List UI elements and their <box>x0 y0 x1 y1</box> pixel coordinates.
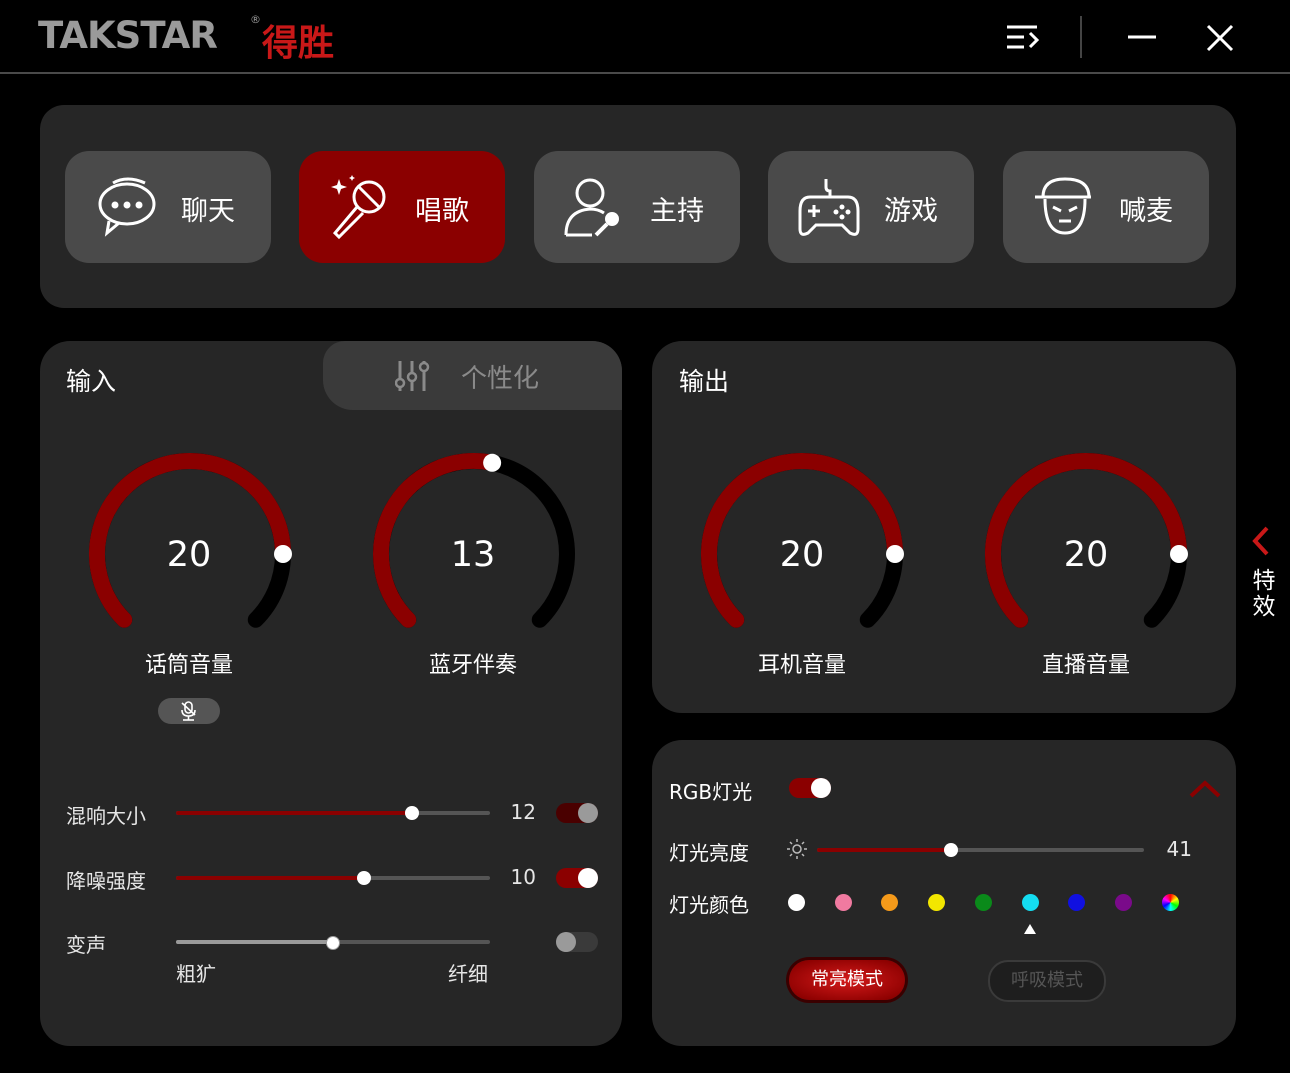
sun-icon <box>787 839 807 859</box>
reverb-value: 12 <box>510 800 536 824</box>
mode-sing-label: 唱歌 <box>415 196 469 227</box>
rgb-toggle[interactable] <box>789 778 831 798</box>
knob-live-value: 20 <box>1063 535 1109 575</box>
mic-monitor-icon <box>181 701 196 721</box>
color-swatch[interactable] <box>1114 894 1132 911</box>
equalizer-icon <box>395 361 430 391</box>
mode-game-label: 游戏 <box>884 196 938 227</box>
knob-live-label: 直播音量 <box>1041 653 1130 678</box>
minimize-icon[interactable] <box>1124 26 1160 50</box>
rgb-title: RGB灯光 <box>669 780 753 804</box>
knob-bluetooth-value: 13 <box>450 535 496 575</box>
knob-headphone-value: 20 <box>779 535 825 575</box>
color-swatch[interactable] <box>1161 894 1179 911</box>
voice-change-slider[interactable] <box>176 936 490 950</box>
voice-change-slider-thumb[interactable] <box>326 936 340 950</box>
noise-reduction-label: 降噪强度 <box>66 869 146 893</box>
brightness-slider[interactable] <box>817 843 1144 857</box>
color-swatches <box>788 894 1188 914</box>
brand-logo-chinese: 得胜 <box>262 23 335 64</box>
mode-chat-label: 聊天 <box>181 196 235 227</box>
color-swatch[interactable] <box>974 894 992 911</box>
titlebar-divider <box>1080 16 1082 58</box>
output-title: 输出 <box>679 367 730 396</box>
breath-mode-button[interactable]: 呼吸模式 <box>988 960 1106 1002</box>
reverb-toggle[interactable] <box>556 803 598 823</box>
mode-game-button[interactable]: 游戏 <box>768 151 974 263</box>
color-swatch[interactable] <box>928 894 946 911</box>
color-swatch[interactable] <box>1021 894 1039 911</box>
knob-handle[interactable] <box>483 453 502 472</box>
mode-sing-button[interactable]: 唱歌 <box>299 151 505 263</box>
knob-mic-value: 20 <box>166 535 212 575</box>
reverb-slider-thumb[interactable] <box>404 806 419 820</box>
effects-tab-label-1: 特 <box>1252 568 1276 594</box>
noise-reduction-toggle[interactable] <box>556 868 598 888</box>
voice-change-slider-fill <box>176 940 333 944</box>
voice-change-toggle[interactable] <box>556 932 598 952</box>
selected-color-marker-icon <box>1024 924 1036 934</box>
effects-tab[interactable]: 特 效 <box>1251 568 1277 620</box>
mode-chat-button[interactable]: 聊天 <box>65 151 271 263</box>
steady-mode-button[interactable]: 常亮模式 <box>789 960 905 1000</box>
brightness-slider-thumb[interactable] <box>944 843 959 857</box>
close-icon[interactable] <box>1204 22 1236 54</box>
shout-icon <box>1035 177 1091 235</box>
chevron-up-icon[interactable] <box>1188 779 1222 799</box>
chevron-left-icon[interactable] <box>1250 525 1272 557</box>
mode-shout-label: 喊麦 <box>1119 196 1173 227</box>
color-swatch[interactable] <box>834 894 852 911</box>
mic-monitor-button[interactable] <box>158 698 220 724</box>
mode-host-label: 主持 <box>650 196 704 227</box>
rgb-toggle-knob <box>811 778 831 798</box>
effects-tab-label-2: 效 <box>1252 594 1276 620</box>
noise-reduction-value: 10 <box>510 865 536 889</box>
color-swatch[interactable] <box>881 894 899 911</box>
knob-bluetooth-label: 蓝牙伴奏 <box>428 653 517 678</box>
voice-change-label: 变声 <box>66 933 106 957</box>
knob-headphone-label: 耳机音量 <box>757 653 846 678</box>
color-swatch[interactable] <box>1068 894 1086 911</box>
reverb-toggle-knob <box>578 803 598 823</box>
reverb-label: 混响大小 <box>66 804 146 828</box>
mode-panel: 聊天 唱歌 主持 游戏 喊麦 <box>40 105 1236 308</box>
microphone-icon <box>331 175 386 240</box>
color-swatch[interactable] <box>788 894 805 911</box>
noise-reduction-slider[interactable] <box>176 871 490 885</box>
brightness-slider-fill <box>817 848 952 852</box>
voice-change-max-label: 纤细 <box>448 962 488 986</box>
reverb-slider-fill <box>176 811 412 815</box>
reverb-slider[interactable] <box>176 806 490 820</box>
knob-mic-label: 话筒音量 <box>144 653 233 678</box>
voice-change-min-label: 粗犷 <box>176 962 216 986</box>
brand-logo-latin: TAKSTAR <box>38 14 218 57</box>
gamepad-icon <box>798 179 860 236</box>
chat-icon <box>98 177 156 237</box>
tab-personalize-label: 个性化 <box>461 364 540 394</box>
tab-personalize[interactable]: 个性化 <box>323 341 622 410</box>
brightness-value: 41 <box>1166 837 1192 861</box>
mode-host-button[interactable]: 主持 <box>534 151 740 263</box>
input-title: 输入 <box>66 367 117 396</box>
menu-icon[interactable] <box>1004 22 1044 54</box>
mode-shout-button[interactable]: 喊麦 <box>1003 151 1209 263</box>
voice-change-toggle-knob <box>556 932 576 952</box>
brand-registered-mark: ® <box>250 13 261 26</box>
host-icon <box>564 178 619 237</box>
noise-reduction-slider-fill <box>176 876 365 880</box>
noise-reduction-toggle-knob <box>578 868 598 888</box>
color-label: 灯光颜色 <box>669 893 749 917</box>
brightness-label: 灯光亮度 <box>669 841 749 865</box>
